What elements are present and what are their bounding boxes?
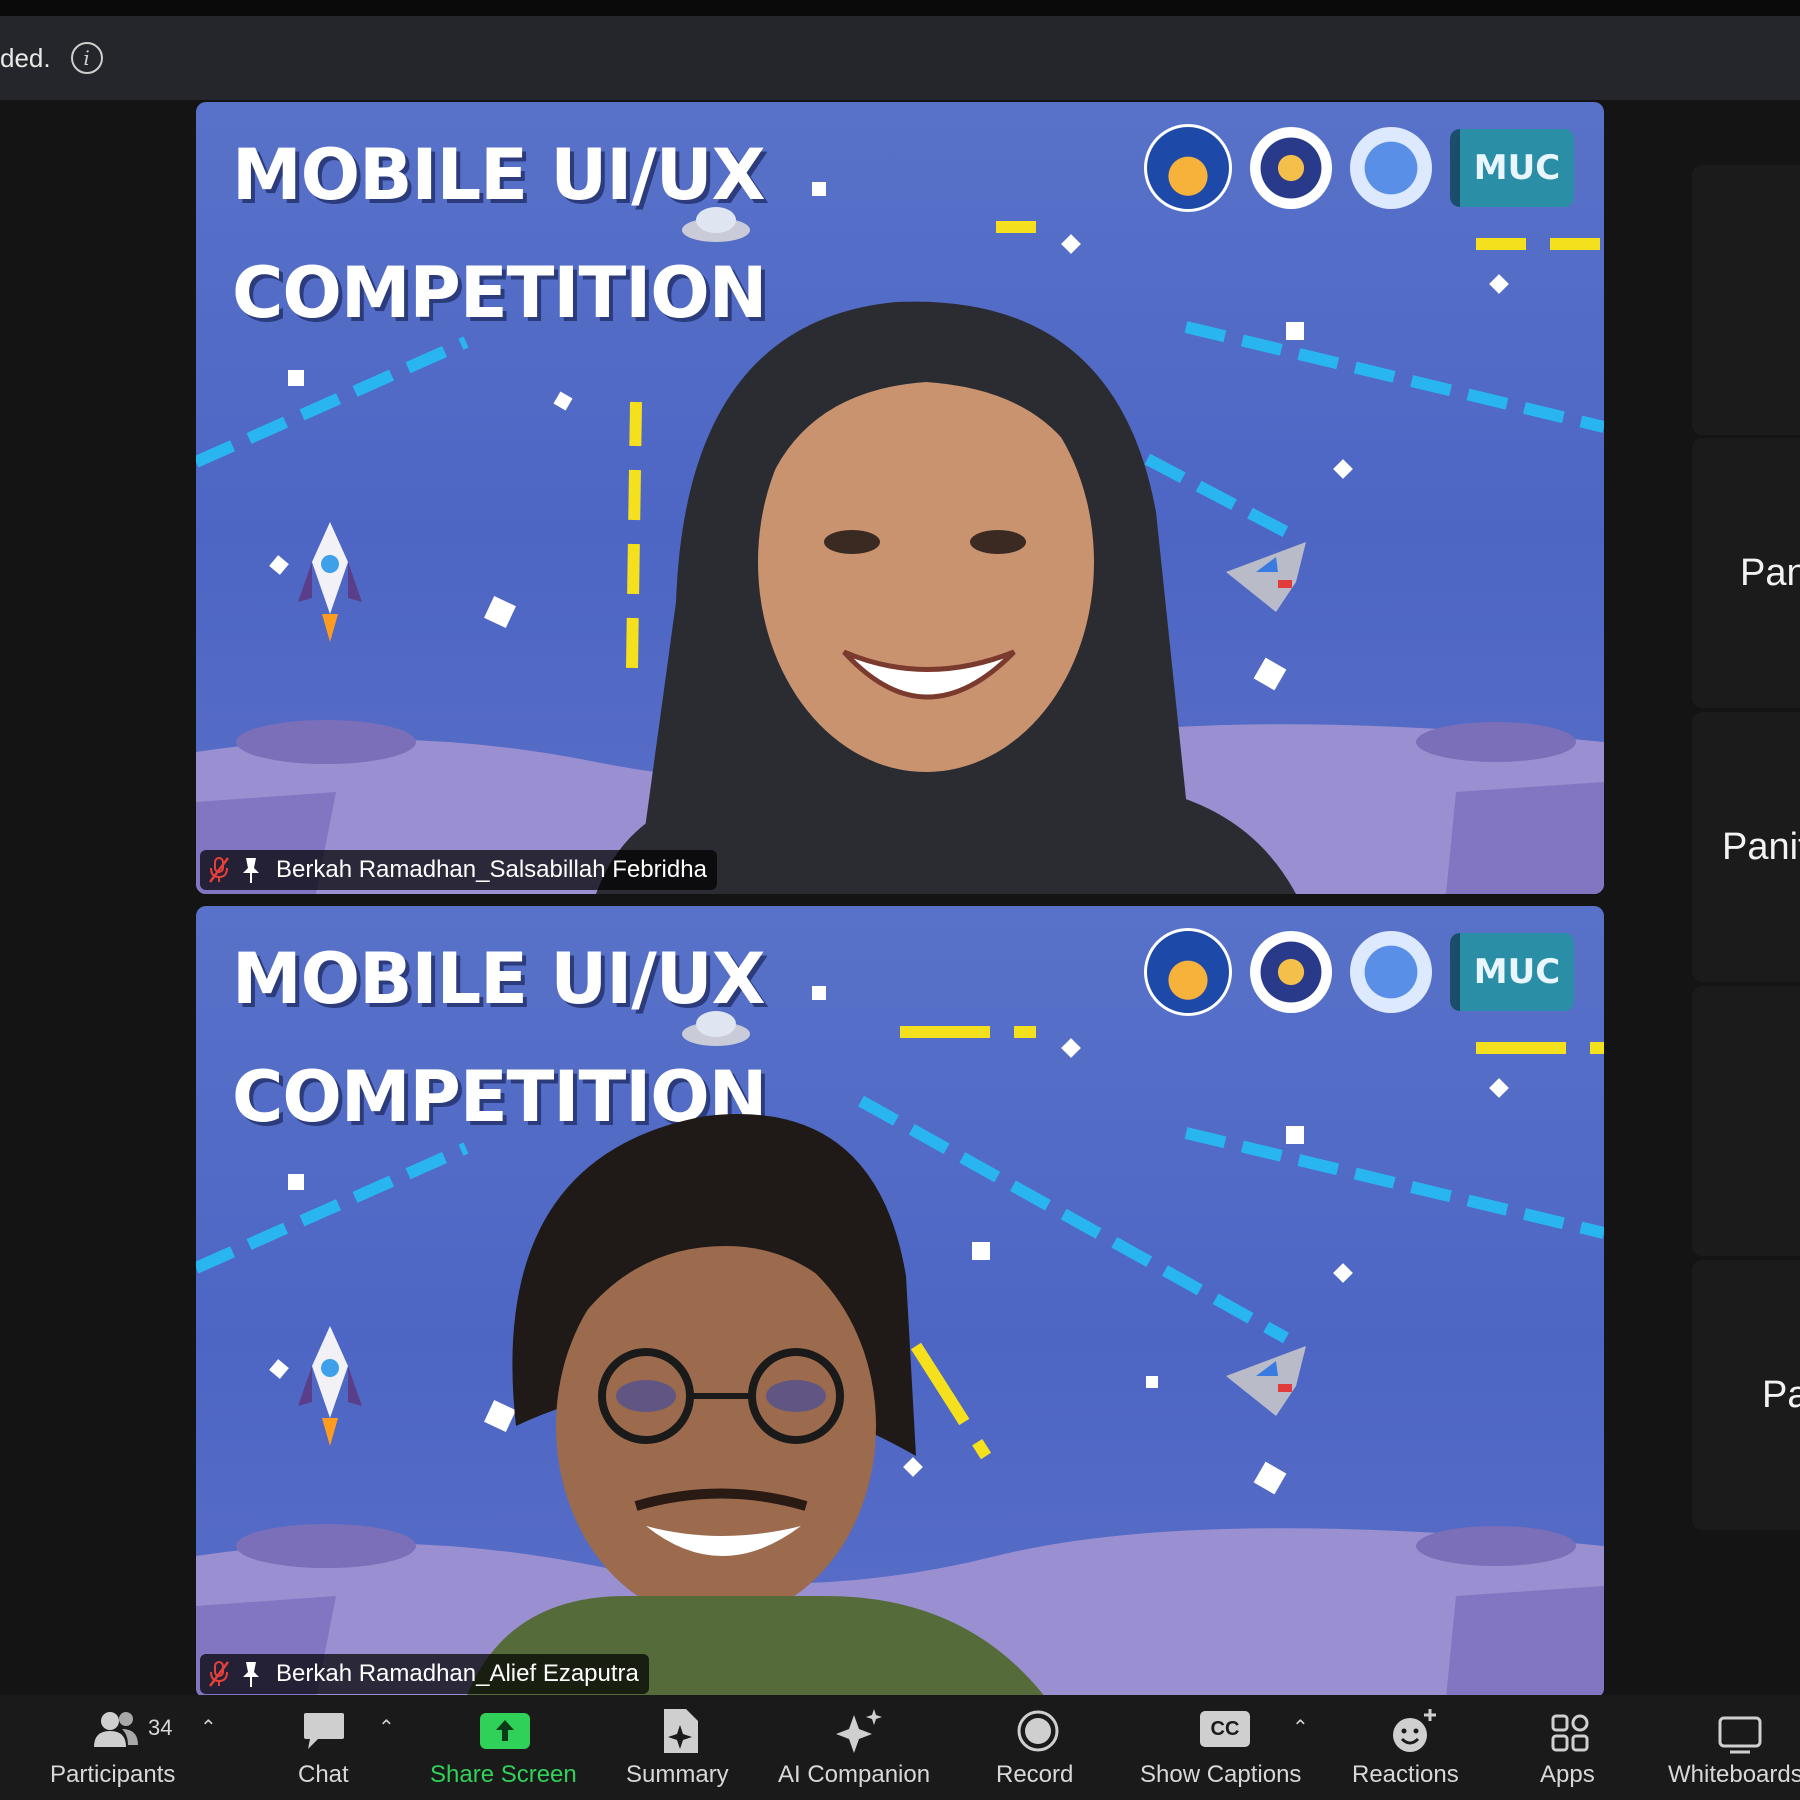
video-tile[interactable]: MOBILE UI/UX COMPETITION MUC Berkah Rama… [196, 906, 1604, 1698]
reactions-label: Reactions [1352, 1761, 1459, 1788]
record-button[interactable]: Record [996, 1695, 1080, 1800]
event-logo [1350, 931, 1432, 1013]
apps-label: Apps [1540, 1761, 1595, 1788]
ai-companion-button[interactable]: AI Companion [778, 1695, 938, 1800]
whiteboard-icon [1718, 1716, 1762, 1754]
apps-icon [1551, 1714, 1589, 1752]
side-video-tile[interactable] [1692, 165, 1800, 435]
recording-notice-bar: ded. i [0, 16, 1800, 100]
side-video-tile[interactable] [1692, 986, 1800, 1256]
background-logos: MUC [1144, 928, 1574, 1016]
participant-video [466, 1114, 1046, 1698]
record-icon [1017, 1710, 1059, 1752]
summary-icon [664, 1709, 698, 1753]
captions-options-caret-icon[interactable]: ⌃ [1292, 1715, 1309, 1740]
chat-icon [304, 1713, 344, 1749]
participants-count: 34 [148, 1715, 173, 1740]
ai-sparkle-icon [836, 1709, 882, 1753]
reactions-icon [1393, 1709, 1436, 1752]
event-logo [1350, 127, 1432, 209]
muc-logo: MUC [1450, 933, 1574, 1011]
meeting-toolbar: 34 Participants ⌃ Chat ⌃ Share Screen Su… [0, 1695, 1800, 1800]
reactions-button[interactable]: Reactions [1352, 1695, 1467, 1800]
record-label: Record [996, 1761, 1074, 1788]
show-captions-button[interactable]: CC Show Captions [1140, 1695, 1310, 1800]
participants-icon [94, 1712, 138, 1747]
background-title-line1: MOBILE UI/UX [232, 938, 766, 1020]
chat-button[interactable]: Chat [290, 1695, 360, 1800]
side-video-tile[interactable]: Pan [1692, 438, 1800, 708]
summary-button[interactable]: Summary [626, 1695, 736, 1800]
whiteboards-label: Whiteboards [1668, 1761, 1800, 1788]
side-tile-name: Panit [1722, 825, 1800, 868]
pin-icon [238, 855, 264, 885]
recording-notice-text: ded. [0, 42, 51, 73]
video-tile[interactable]: MOBILE UI/UX COMPETITION MUC Berkah Rama… [196, 102, 1604, 894]
side-video-tile[interactable]: Panit [1692, 712, 1800, 982]
muted-microphone-icon [206, 855, 232, 885]
whiteboards-button[interactable]: Whiteboards [1668, 1695, 1800, 1800]
participant-name: Berkah Ramadhan_Alief Ezaputra [276, 1660, 639, 1687]
participant-name: Berkah Ramadhan_Salsabillah Febridha [276, 856, 707, 883]
muted-microphone-icon [206, 1659, 232, 1689]
side-video-tile[interactable]: Pa [1692, 1260, 1800, 1530]
apps-button[interactable]: Apps [1538, 1695, 1602, 1800]
participant-name-tag: Berkah Ramadhan_Salsabillah Febridha [200, 850, 717, 890]
participants-options-caret-icon[interactable]: ⌃ [200, 1715, 217, 1740]
chat-label: Chat [298, 1761, 349, 1788]
info-icon[interactable]: i [70, 42, 103, 74]
ai-companion-label: AI Companion [778, 1761, 931, 1788]
organization-logo [1250, 931, 1332, 1013]
side-tile-name: Pan [1740, 551, 1800, 594]
share-screen-icon [480, 1713, 530, 1749]
participant-name-tag: Berkah Ramadhan_Alief Ezaputra [200, 1654, 649, 1694]
muc-logo: MUC [1450, 129, 1574, 207]
show-captions-label: Show Captions [1140, 1761, 1302, 1788]
pin-icon [238, 1659, 264, 1689]
window-top-strip [0, 0, 1800, 16]
participants-button[interactable]: 34 Participants [40, 1695, 230, 1800]
participants-label: Participants [50, 1761, 176, 1788]
summary-label: Summary [626, 1761, 729, 1788]
captions-icon: CC [1200, 1711, 1250, 1747]
chat-options-caret-icon[interactable]: ⌃ [378, 1715, 395, 1740]
participant-video [596, 301, 1296, 894]
share-screen-button[interactable]: Share Screen [430, 1695, 580, 1800]
side-tile-name: Pa [1762, 1373, 1800, 1416]
share-screen-label: Share Screen [430, 1761, 577, 1788]
university-logo [1144, 928, 1232, 1016]
